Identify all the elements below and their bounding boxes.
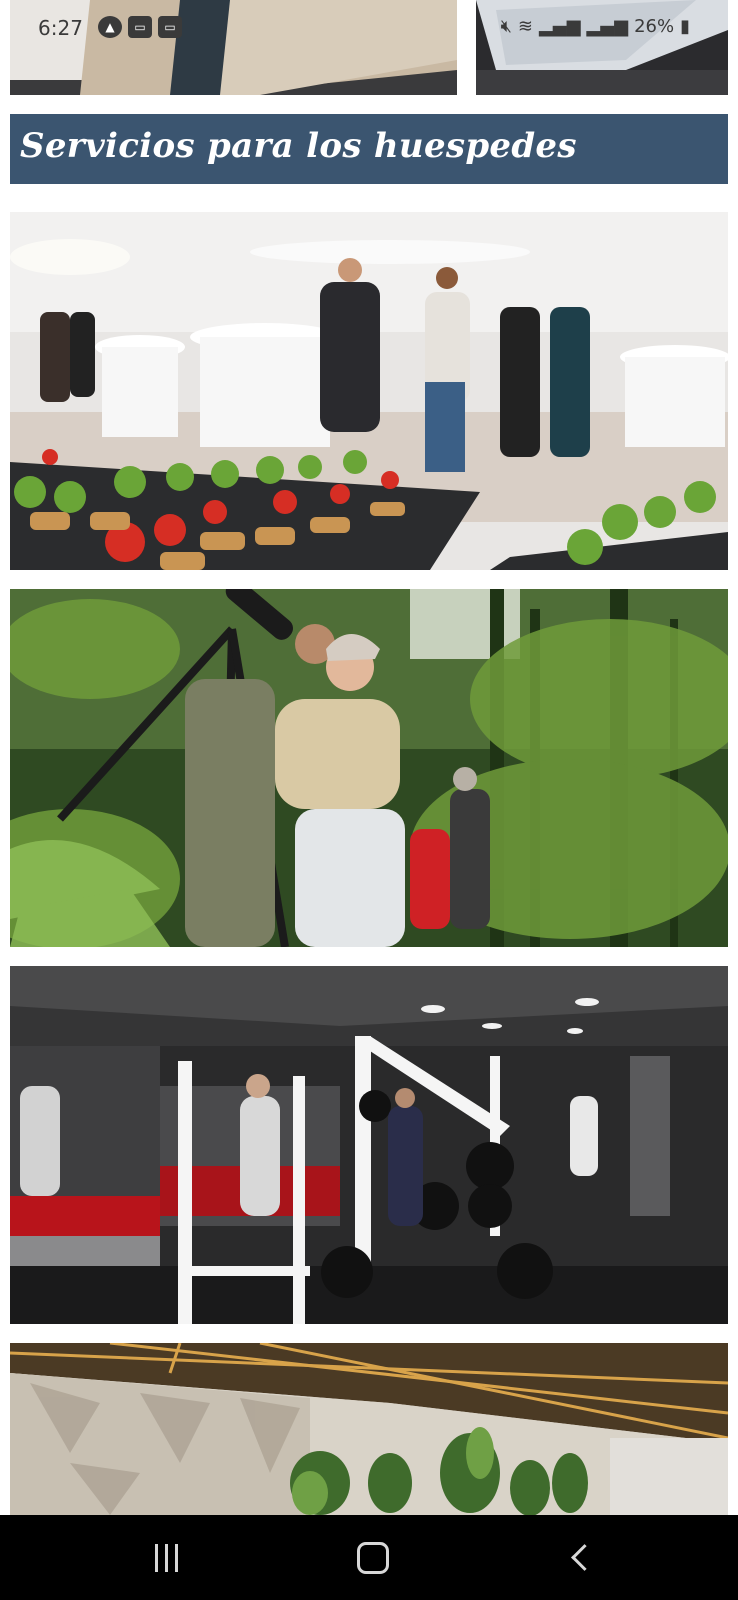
signal-icon: ▂▄▆ xyxy=(539,16,581,37)
sim-card-icon: ▭ xyxy=(158,16,182,38)
recents-icon xyxy=(154,1543,178,1572)
home-icon xyxy=(357,1541,389,1574)
back-icon xyxy=(570,1544,598,1571)
section-header: Servicios para los huespedes xyxy=(10,114,728,184)
birdwatching-photo[interactable] xyxy=(10,589,728,947)
home-button[interactable] xyxy=(313,1515,433,1600)
status-right-icons: 🔇︎ ≋ ▂▄▆ ▂▄▆ 26% ▮ xyxy=(501,16,690,37)
mute-icon: 🔇︎ xyxy=(500,16,512,37)
navigation-icon: ▲ xyxy=(98,16,122,38)
sim-card-icon: ▭ xyxy=(128,16,152,38)
status-time: 6:27 xyxy=(38,16,83,40)
status-bar: 6:27 ▲ ▭ ▭ 🔇︎ ≋ ▂▄▆ ▂▄▆ 26% ▮ xyxy=(0,0,738,58)
battery-text: 26% xyxy=(634,16,675,37)
catering-photo[interactable] xyxy=(10,212,728,570)
recents-button[interactable] xyxy=(106,1515,226,1600)
wifi-icon: ≋ xyxy=(517,16,534,37)
gym-photo[interactable] xyxy=(10,966,728,1324)
navigation-bar xyxy=(0,1515,738,1600)
battery-icon: ▮ xyxy=(680,16,690,37)
signal-icon: ▂▄▆ xyxy=(586,16,629,37)
section-title: Servicios para los huespedes xyxy=(20,126,577,166)
lobby-photo[interactable] xyxy=(10,1343,728,1515)
status-left-icons: ▲ ▭ ▭ xyxy=(98,16,182,38)
back-button[interactable] xyxy=(520,1515,640,1600)
